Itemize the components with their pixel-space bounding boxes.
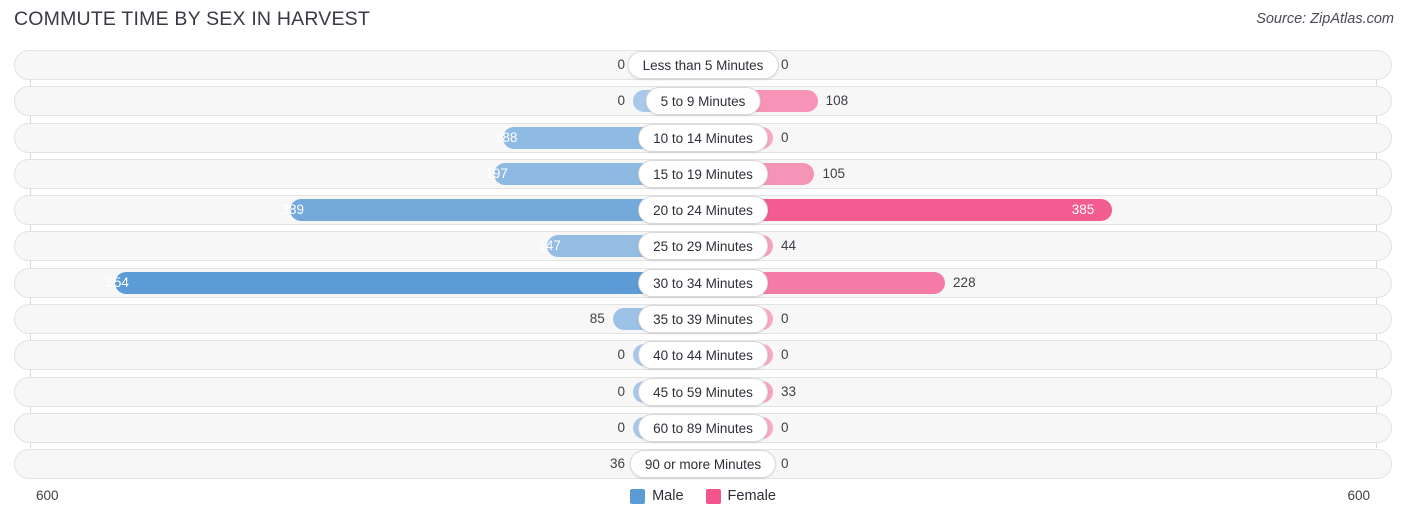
male-value-label: 147 [538,238,561,254]
male-value-label: 0 [617,347,625,363]
female-value-label: 228 [953,274,976,290]
square-swatch-icon [705,488,721,504]
commute-time-chart: COMMUTE TIME BY SEX IN HARVEST Source: Z… [0,0,1406,522]
category-label-pill: 30 to 34 Minutes [638,268,768,297]
square-swatch-icon [630,488,646,504]
plot-area: 0 0 Less than 5 Minutes 0 108 5 to 9 Minutes 1… [0,50,1406,484]
category-label-pill: 5 to 9 Minutes [645,87,761,116]
chart-footer: 600 600 Male Female [0,484,1406,522]
female-value-label: 105 [822,165,845,181]
page-title: COMMUTE TIME BY SEX IN HARVEST [14,8,370,30]
female-value-label: 0 [781,311,789,327]
bar-row: 147 44 25 to 29 Minutes [0,231,1406,262]
bar-row: 0 0 Less than 5 Minutes [0,50,1406,80]
bar-row: 0 108 5 to 9 Minutes [0,86,1406,117]
bar-row: 0 0 40 to 44 Minutes [0,340,1406,371]
female-value-label: 0 [781,57,789,72]
female-value-label: 0 [781,419,789,435]
male-value-label: 36 [609,456,625,472]
female-value-label: 0 [781,456,789,472]
category-label-pill: 90 or more Minutes [629,450,777,479]
bar-row: 554 228 30 to 34 Minutes [0,267,1406,298]
legend-label: Male [652,488,684,504]
category-label-pill: 25 to 29 Minutes [638,232,768,261]
bar-rows: 0 0 Less than 5 Minutes 0 108 5 to 9 Minutes 1… [0,50,1406,486]
female-value-label: 33 [781,383,797,399]
legend-item[interactable]: Female [705,488,776,504]
category-label-pill: Less than 5 Minutes [627,51,779,79]
bar-row: 0 33 45 to 59 Minutes [0,376,1406,407]
male-value-label: 188 [494,129,518,145]
male-value-label: 0 [617,57,625,72]
male-bar [114,271,703,294]
bar-row: 188 0 10 to 14 Minutes [0,122,1406,153]
male-value-label: 197 [485,165,508,181]
category-label-pill: 20 to 24 Minutes [638,196,768,225]
female-value-label: 385 [1071,202,1095,218]
male-value-label: 389 [281,202,305,218]
male-value-label: 554 [106,274,129,290]
category-label-pill: 10 to 14 Minutes [638,123,768,152]
bar-row: 389 385 20 to 24 Minutes [0,195,1406,226]
female-value-label: 44 [781,238,797,254]
category-label-pill: 45 to 59 Minutes [638,377,768,406]
bar-row: 85 0 35 to 39 Minutes [0,304,1406,335]
bar-row: 0 0 60 to 89 Minutes [0,412,1406,443]
male-value-label: 0 [617,419,625,435]
category-label-pill: 15 to 19 Minutes [638,159,768,188]
male-value-label: 85 [589,311,605,327]
female-value-label: 0 [781,347,789,363]
chart-legend: Male Female [0,488,1406,504]
source-attribution: Source: ZipAtlas.com [1256,11,1394,27]
female-value-label: 0 [781,129,789,145]
bar-row: 197 105 15 to 19 Minutes [0,158,1406,189]
legend-label: Female [727,488,776,504]
category-label-pill: 60 to 89 Minutes [638,413,768,442]
bar-row: 36 0 90 or more Minutes [0,449,1406,480]
category-label-pill: 40 to 44 Minutes [638,341,768,370]
male-value-label: 0 [617,383,625,399]
category-label-pill: 35 to 39 Minutes [638,305,768,334]
female-value-label: 108 [825,93,849,109]
legend-item[interactable]: Male [630,488,684,504]
male-value-label: 0 [617,93,625,109]
